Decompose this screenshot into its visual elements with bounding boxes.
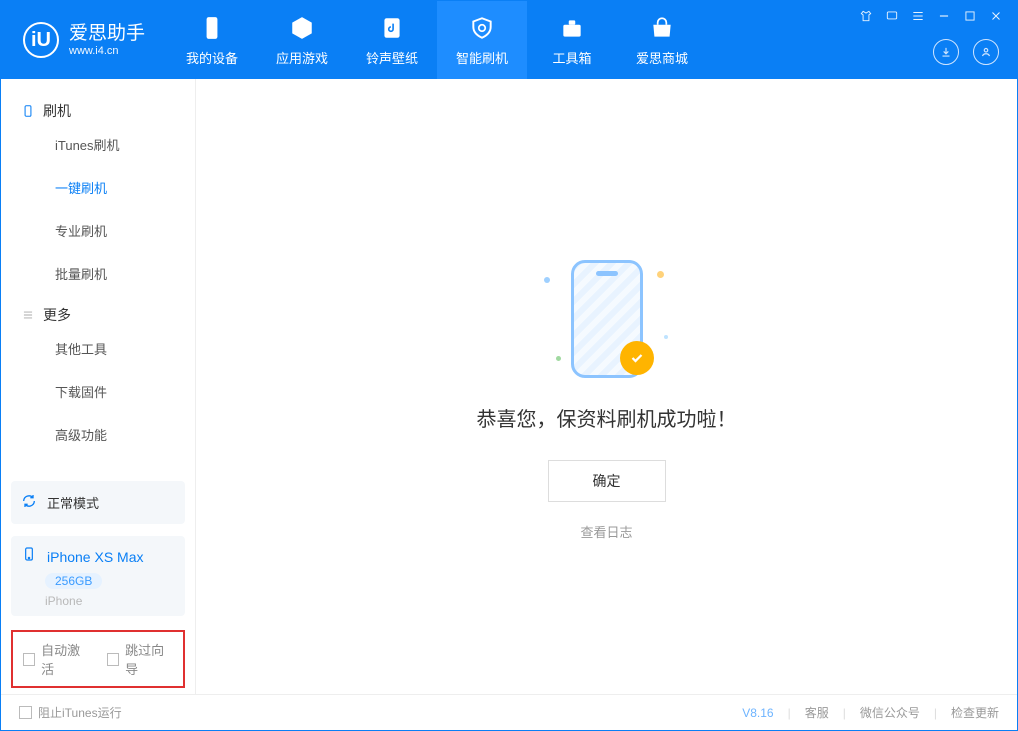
success-message: 恭喜您，保资料刷机成功啦！ [477, 403, 737, 432]
window-controls-top [859, 9, 1003, 23]
menu-icon[interactable] [911, 9, 925, 23]
music-file-icon [379, 14, 405, 42]
app-title: 爱思助手 [69, 24, 145, 43]
footer-link-update[interactable]: 检查更新 [951, 704, 999, 721]
toolbox-icon [559, 14, 585, 42]
device-type: iPhone [45, 594, 175, 608]
device-mode-status[interactable]: 正常模式 [11, 481, 185, 524]
success-illustration [532, 259, 682, 379]
user-icon[interactable] [973, 39, 999, 65]
cube-icon [289, 14, 315, 42]
sidebar-item-other-tools[interactable]: 其他工具 [1, 327, 195, 370]
close-button[interactable] [989, 9, 1003, 23]
ok-button[interactable]: 确定 [548, 460, 666, 502]
activation-options-highlight: 自动激活 跳过向导 [11, 630, 185, 688]
tab-toolbox[interactable]: 工具箱 [527, 1, 617, 79]
app-subtitle: www.i4.cn [69, 45, 145, 57]
status-bar: 阻止iTunes运行 V8.16 | 客服 | 微信公众号 | 检查更新 [1, 694, 1017, 730]
sidebar-item-batch-flash[interactable]: 批量刷机 [1, 252, 195, 295]
checkbox-auto-activate[interactable]: 自动激活 [23, 640, 89, 678]
device-name: iPhone XS Max [47, 549, 144, 565]
download-icon[interactable] [933, 39, 959, 65]
tab-store[interactable]: 爱思商城 [617, 1, 707, 79]
list-icon [21, 308, 35, 322]
phone-outline-icon [21, 104, 35, 118]
device-icon [199, 14, 225, 42]
feedback-icon[interactable] [885, 9, 899, 23]
app-header: iU 爱思助手 www.i4.cn 我的设备 应用游戏 铃声壁纸 智能刷机 工具… [1, 1, 1017, 79]
sidebar-item-pro-flash[interactable]: 专业刷机 [1, 209, 195, 252]
app-logo-icon: iU [23, 22, 59, 58]
tab-ringtones-wallpapers[interactable]: 铃声壁纸 [347, 1, 437, 79]
app-body: 刷机 iTunes刷机 一键刷机 专业刷机 批量刷机 更多 其他工具 下载固件 … [1, 79, 1017, 694]
sidebar-item-advanced[interactable]: 高级功能 [1, 413, 195, 456]
version-label: V8.16 [742, 706, 773, 720]
sidebar-item-onekey-flash[interactable]: 一键刷机 [1, 166, 195, 209]
checkbox-block-itunes[interactable]: 阻止iTunes运行 [19, 704, 122, 721]
checkbox-box-icon [19, 706, 32, 719]
device-phone-icon [21, 546, 37, 567]
sidebar-group-flash: 刷机 [1, 91, 195, 123]
logo-area: iU 爱思助手 www.i4.cn [1, 1, 163, 79]
tab-apps-games[interactable]: 应用游戏 [257, 1, 347, 79]
device-storage-badge: 256GB [45, 573, 102, 589]
checkbox-box-icon [107, 653, 119, 666]
footer-link-wechat[interactable]: 微信公众号 [860, 704, 920, 721]
store-icon [649, 14, 675, 42]
device-info-box[interactable]: iPhone XS Max 256GB iPhone [11, 536, 185, 616]
main-content: 恭喜您，保资料刷机成功啦！ 确定 查看日志 [196, 79, 1017, 694]
header-actions [933, 39, 999, 65]
sidebar-group-more: 更多 [1, 295, 195, 327]
checkbox-skip-setup[interactable]: 跳过向导 [107, 640, 173, 678]
maximize-button[interactable] [963, 9, 977, 23]
checkbox-box-icon [23, 653, 35, 666]
tab-my-device[interactable]: 我的设备 [167, 1, 257, 79]
sync-icon [21, 493, 37, 512]
main-tabs: 我的设备 应用游戏 铃声壁纸 智能刷机 工具箱 爱思商城 [167, 1, 707, 79]
footer-link-service[interactable]: 客服 [805, 704, 829, 721]
minimize-button[interactable] [937, 9, 951, 23]
sidebar-item-download-firmware[interactable]: 下载固件 [1, 370, 195, 413]
sidebar: 刷机 iTunes刷机 一键刷机 专业刷机 批量刷机 更多 其他工具 下载固件 … [1, 79, 196, 694]
shirt-icon[interactable] [859, 9, 873, 23]
tab-smart-flash[interactable]: 智能刷机 [437, 1, 527, 79]
check-badge-icon [620, 341, 654, 375]
sidebar-item-itunes-flash[interactable]: iTunes刷机 [1, 123, 195, 166]
view-log-link[interactable]: 查看日志 [580, 522, 632, 541]
refresh-shield-icon [469, 14, 495, 42]
